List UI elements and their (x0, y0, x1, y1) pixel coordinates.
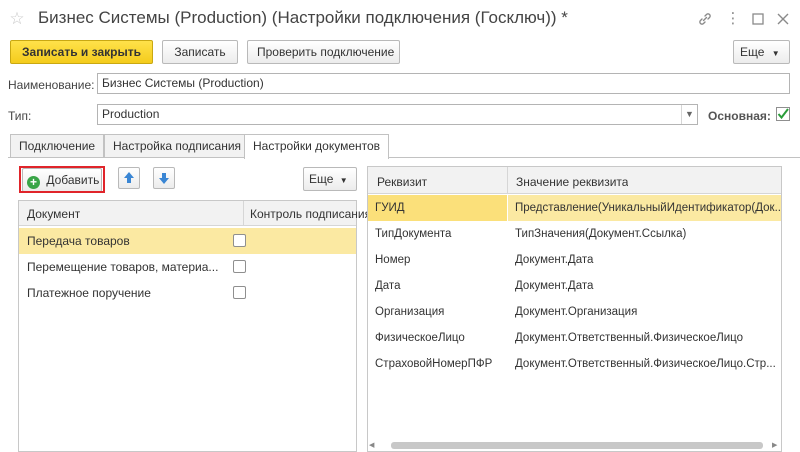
horizontal-scrollbar[interactable]: ◀ ▶ (369, 441, 780, 450)
scroll-left-icon[interactable]: ◀ (369, 442, 374, 449)
attributes-table: Реквизит Значение реквизита ГУИД Предста… (367, 166, 782, 452)
tab-document-settings[interactable]: Настройки документов (244, 134, 390, 159)
signing-control-checkbox[interactable] (233, 260, 246, 273)
dropdown-arrow-icon[interactable]: ▼ (681, 105, 697, 124)
more-menu-button[interactable]: Еще ▼ (733, 40, 790, 64)
attribute-value: ТипЗначения(Документ.Ссылка) (515, 228, 687, 240)
documents-more-button[interactable]: Еще ▼ (303, 167, 357, 191)
table-row[interactable]: Номер Документ.Дата (368, 247, 781, 273)
chevron-down-icon: ▼ (771, 49, 780, 58)
attribute-name: Номер (375, 254, 411, 266)
table-row[interactable]: Передача товаров (19, 228, 356, 254)
link-icon[interactable] (694, 8, 716, 30)
column-header-signing-control[interactable]: Контроль подписания (250, 207, 371, 221)
attribute-value: Документ.Организация (515, 306, 638, 318)
tab-connection[interactable]: Подключение (10, 134, 105, 158)
documents-table: Документ Контроль подписания Передача то… (18, 200, 371, 452)
column-header-document[interactable]: Документ (27, 207, 80, 221)
column-header-attribute[interactable]: Реквизит (377, 175, 427, 189)
maximize-icon[interactable] (747, 8, 769, 30)
table-row[interactable]: Организация Документ.Организация (368, 299, 781, 325)
main-label: Основная: (708, 109, 771, 123)
attribute-name: ГУИД (368, 195, 507, 221)
table-row[interactable]: Перемещение товаров, материа... (19, 254, 356, 280)
table-row[interactable]: Дата Документ.Дата (368, 273, 781, 299)
documents-more-label: Еще (309, 172, 334, 186)
type-select[interactable]: Production ▼ (97, 104, 698, 125)
highlight-box (19, 166, 105, 193)
attribute-value: Документ.Дата (515, 254, 594, 266)
document-name: Передача товаров (27, 234, 130, 248)
arrow-down-icon (159, 173, 169, 184)
attribute-name: ТипДокумента (375, 228, 452, 240)
name-field[interactable]: Бизнес Системы (Production) (97, 73, 790, 94)
attribute-name: Организация (375, 306, 445, 318)
arrow-up-icon (124, 172, 134, 183)
attribute-value: Документ.Ответственный.ФизическоеЛицо (515, 332, 744, 344)
chevron-down-icon: ▼ (339, 176, 348, 185)
attribute-name: СтраховойНомерПФР (375, 358, 493, 370)
type-label: Тип: (8, 109, 32, 123)
checkmark-icon (777, 108, 789, 120)
save-button[interactable]: Записать (162, 40, 238, 64)
type-select-value: Production (102, 107, 160, 121)
tab-signing-settings[interactable]: Настройка подписания (104, 134, 251, 158)
more-vertical-icon[interactable]: ⋮ (722, 8, 744, 30)
move-up-button[interactable] (118, 167, 140, 189)
move-down-button[interactable] (153, 167, 175, 189)
table-row[interactable]: ГУИД Представление(УникальныйИдентификат… (368, 195, 781, 221)
document-name: Платежное поручение (27, 286, 151, 300)
column-divider (507, 167, 508, 194)
column-divider (243, 201, 244, 226)
attribute-name: Дата (375, 280, 401, 292)
check-connection-button[interactable]: Проверить подключение (247, 40, 400, 64)
document-name: Перемещение товаров, материа... (27, 260, 219, 274)
name-label: Наименование: (8, 78, 95, 92)
attribute-value: Представление(УникальныйИдентификатор(До… (508, 195, 781, 221)
save-and-close-button[interactable]: Записать и закрыть (10, 40, 153, 64)
close-icon[interactable] (772, 8, 794, 30)
signing-control-checkbox[interactable] (233, 234, 246, 247)
attribute-name: ФизическоеЛицо (375, 332, 465, 344)
window-title: Бизнес Системы (Production) (Настройки п… (38, 8, 568, 27)
attributes-table-header: Реквизит Значение реквизита (368, 167, 781, 194)
table-row[interactable]: ТипДокумента ТипЗначения(Документ.Ссылка… (368, 221, 781, 247)
signing-control-checkbox[interactable] (233, 286, 246, 299)
documents-table-header: Документ Контроль подписания (19, 201, 371, 226)
table-row[interactable]: СтраховойНомерПФР Документ.Ответственный… (368, 351, 781, 377)
main-checkbox[interactable] (776, 107, 790, 121)
title-bar: ☆ Бизнес Системы (Production) (Настройки… (0, 0, 800, 38)
scrollbar-thumb[interactable] (391, 442, 763, 449)
attribute-value: Документ.Дата (515, 280, 594, 292)
attribute-value: Документ.Ответственный.ФизическоеЛицо.Ст… (515, 358, 776, 370)
table-row[interactable]: ФизическоеЛицо Документ.Ответственный.Фи… (368, 325, 781, 351)
table-row[interactable]: Платежное поручение (19, 280, 356, 306)
column-header-attribute-value[interactable]: Значение реквизита (516, 175, 628, 189)
scroll-right-icon[interactable]: ▶ (772, 442, 777, 449)
more-menu-label: Еще (740, 45, 765, 59)
favorite-star-icon[interactable]: ☆ (8, 10, 26, 28)
